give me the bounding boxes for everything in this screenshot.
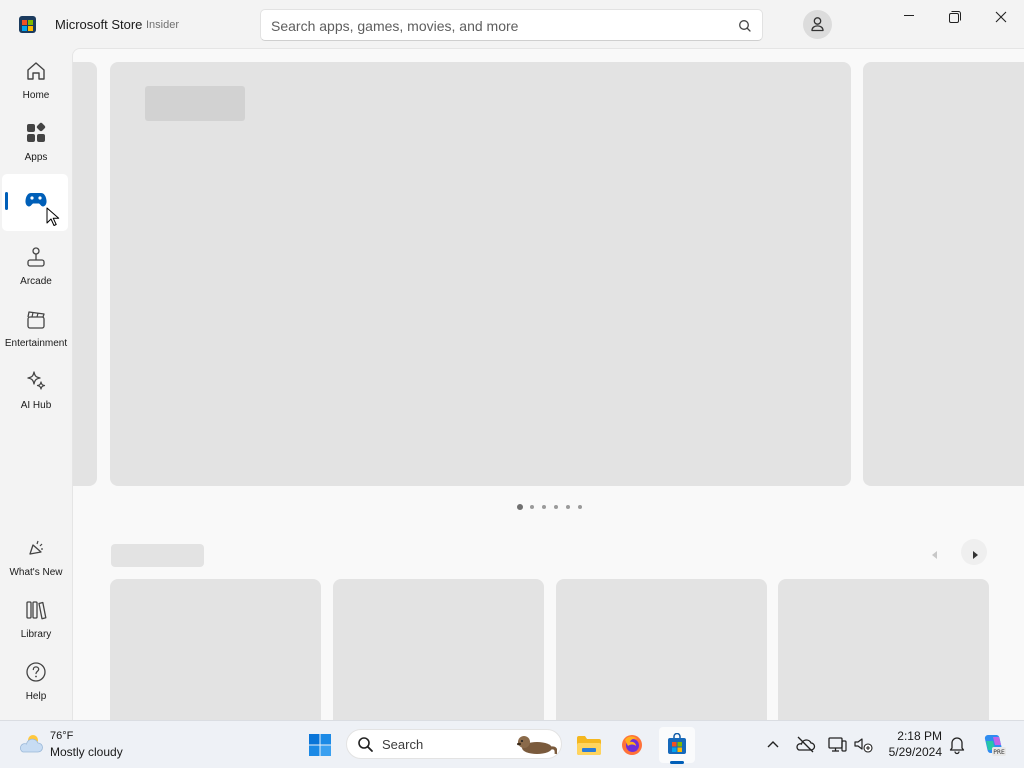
clock-date: 5/29/2024	[888, 745, 942, 759]
running-indicator	[670, 761, 684, 764]
hero-title-placeholder	[145, 86, 245, 121]
restore-icon	[949, 10, 961, 23]
copilot-icon[interactable]: PRE	[980, 732, 1006, 758]
caret-left-icon	[931, 547, 939, 559]
start-button[interactable]	[302, 727, 338, 763]
firefox-icon	[621, 734, 643, 756]
close-button[interactable]	[978, 0, 1024, 32]
taskbar-search[interactable]: Search	[346, 729, 562, 759]
nav-item-home[interactable]: Home	[2, 52, 68, 108]
carousel-dot-1[interactable]	[517, 504, 523, 510]
apps-icon	[25, 122, 47, 144]
nav-item-arcade[interactable]: Arcade	[2, 238, 68, 294]
search-input[interactable]	[271, 16, 721, 36]
weather-description: Mostly cloudy	[50, 745, 123, 759]
weather-widget[interactable]: 76°F Mostly cloudy	[10, 721, 140, 768]
product-card[interactable]	[556, 579, 767, 720]
nav-item-whats-new[interactable]: What's New	[2, 529, 68, 585]
search-icon	[357, 736, 374, 753]
network-speaker-icon[interactable]	[852, 733, 874, 755]
nav-item-library[interactable]: Library	[2, 591, 68, 647]
nav-label-help: Help	[25, 691, 47, 702]
clock-time: 2:18 PM	[897, 729, 942, 743]
nav-label-arcade: Arcade	[20, 276, 52, 287]
weather-temperature: 76°F	[50, 730, 74, 742]
carousel-dot-4[interactable]	[554, 505, 558, 509]
folder-icon	[576, 734, 602, 756]
insider-badge: Insider	[146, 19, 180, 31]
account-button[interactable]	[803, 10, 832, 39]
taskbar: 76°F Mostly cloudy Search 2:18 PM 5/29/2…	[0, 720, 1024, 768]
library-icon	[25, 599, 47, 621]
nav-item-ai-hub[interactable]: AI Hub	[2, 362, 68, 418]
nav-item-help[interactable]: Help	[2, 653, 68, 709]
nav-item-entertainment[interactable]: Entertainment	[2, 300, 68, 356]
store-bag-icon	[666, 732, 688, 755]
carousel-dot-2[interactable]	[530, 505, 534, 509]
nav-item-apps[interactable]: Apps	[2, 114, 68, 170]
hero-card-previous[interactable]	[73, 62, 97, 486]
carousel-dot-3[interactable]	[542, 505, 546, 509]
microsoft-store-logo-icon	[19, 16, 36, 33]
nav-label-library: Library	[20, 629, 52, 640]
person-icon	[810, 16, 825, 32]
file-explorer-button[interactable]	[571, 727, 607, 763]
cloud-offline-icon[interactable]	[794, 733, 816, 755]
main-content	[72, 48, 1024, 720]
carousel-dot-5[interactable]	[566, 505, 570, 509]
carousel-dot-6[interactable]	[578, 505, 582, 509]
nav-label-ai-hub: AI Hub	[20, 400, 52, 411]
clock[interactable]: 2:18 PM 5/29/2024	[880, 721, 942, 768]
firefox-button[interactable]	[614, 727, 650, 763]
nav-label-home: Home	[22, 90, 50, 101]
product-card[interactable]	[110, 579, 321, 720]
search-icon[interactable]	[736, 17, 754, 35]
minimize-icon	[904, 15, 914, 16]
search-box[interactable]	[260, 9, 763, 41]
clapperboard-icon	[25, 308, 47, 330]
windows-logo-icon	[309, 734, 331, 756]
scroll-left-button[interactable]	[922, 539, 948, 565]
svg-text:PRE: PRE	[993, 749, 1005, 756]
hero-card-next[interactable]	[863, 62, 1024, 486]
taskbar-search-label: Search	[382, 737, 424, 752]
caret-right-icon	[971, 547, 979, 559]
selection-indicator	[5, 192, 8, 210]
title-bar: Microsoft Store Insider	[0, 0, 1024, 48]
display-icon[interactable]	[826, 733, 848, 755]
nav-label-apps: Apps	[24, 152, 48, 163]
nav-label-entertainment: Entertainment	[4, 338, 68, 349]
otter-highlight-icon	[515, 733, 558, 757]
microsoft-store-taskbar-button[interactable]	[659, 727, 695, 764]
hero-card[interactable]	[110, 62, 851, 486]
joystick-icon	[25, 246, 47, 268]
mouse-cursor-icon	[46, 207, 60, 227]
scroll-right-button[interactable]	[961, 539, 987, 565]
chevron-up-icon[interactable]	[762, 733, 784, 755]
section-title-placeholder	[111, 544, 204, 567]
gamepad-icon	[25, 191, 47, 213]
megaphone-icon	[25, 537, 47, 559]
app-title: Microsoft Store	[55, 17, 143, 32]
cloudy-weather-icon	[16, 731, 44, 755]
home-icon	[25, 60, 47, 82]
restore-button[interactable]	[932, 0, 978, 32]
nav-label-whats-new: What's New	[9, 567, 63, 578]
help-icon	[25, 661, 47, 683]
close-icon	[995, 10, 1007, 23]
minimize-button[interactable]	[886, 0, 932, 32]
left-nav: Home Apps Arcade Entertainment AI Hub Wh…	[0, 48, 72, 720]
product-card[interactable]	[333, 579, 544, 720]
notification-bell-icon[interactable]	[946, 733, 968, 755]
sparkle-icon	[25, 370, 47, 392]
product-card[interactable]	[778, 579, 989, 720]
